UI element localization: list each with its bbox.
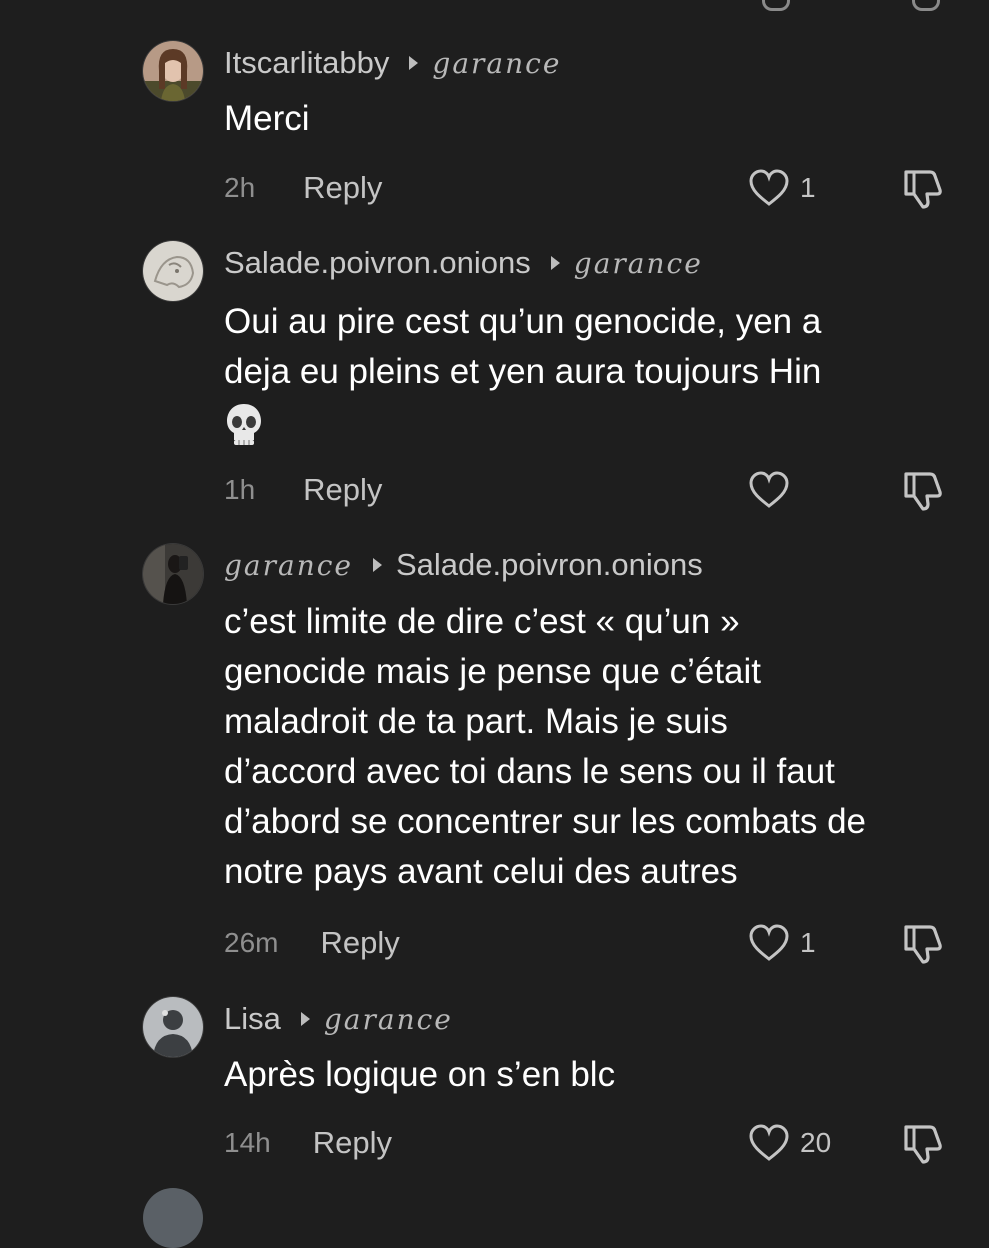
reply-to-username[interactable]: garance bbox=[574, 247, 703, 280]
next-comment-avatar-fragment bbox=[143, 1188, 203, 1248]
comment-header: Salade.poivron.onions garance bbox=[224, 243, 703, 283]
avatar[interactable] bbox=[143, 41, 203, 101]
comment-meta: 2h Reply bbox=[224, 168, 382, 208]
comment-meta: 14h Reply bbox=[224, 1123, 392, 1163]
dislike-button[interactable] bbox=[900, 166, 946, 212]
reply-to-username[interactable]: garance bbox=[432, 47, 561, 80]
heart-icon bbox=[762, 0, 790, 11]
username[interactable]: Itscarlitabby bbox=[224, 45, 389, 81]
comment-text: Après logique on s’en blc bbox=[224, 1050, 972, 1100]
reply-to-username[interactable]: Salade.poivron.onions bbox=[396, 547, 703, 583]
like-button[interactable]: 1 bbox=[748, 168, 816, 208]
reply-arrow-icon bbox=[409, 56, 419, 70]
reply-arrow-icon bbox=[300, 1012, 310, 1026]
comment-line: notre pays avant celui des autres bbox=[224, 852, 738, 891]
like-button[interactable]: 1 bbox=[748, 923, 816, 963]
comment-line: deja eu pleins et yen aura toujours Hin bbox=[224, 352, 822, 391]
previous-comment-actions-fragment bbox=[0, 0, 989, 12]
comment-line: Oui au pire cest qu’un genocide, yen a bbox=[224, 302, 822, 341]
avatar[interactable] bbox=[143, 997, 203, 1057]
timestamp: 1h bbox=[224, 474, 256, 505]
reply-button[interactable]: Reply bbox=[303, 472, 382, 508]
like-button[interactable] bbox=[748, 470, 800, 510]
timestamp: 2h bbox=[224, 172, 256, 203]
comment-text: Oui au pire cest qu’un genocide, yen a d… bbox=[224, 297, 972, 447]
reply-to-username[interactable]: garance bbox=[324, 1003, 453, 1036]
timestamp: 26m bbox=[224, 927, 279, 958]
heart-outline-icon bbox=[749, 471, 789, 508]
dislike-button[interactable] bbox=[900, 468, 946, 514]
like-count: 20 bbox=[800, 1127, 832, 1158]
avatar[interactable] bbox=[143, 241, 203, 301]
comment-line: genocide mais je pense que c’était bbox=[224, 652, 762, 691]
heart-outline-icon bbox=[749, 924, 789, 961]
thumbs-down-icon bbox=[912, 0, 940, 11]
comment-line: maladroit de ta part. Mais je suis bbox=[224, 702, 728, 741]
comment-meta: 26m Reply bbox=[224, 923, 400, 963]
comment-text: c’est limite de dire c’est « qu’un » gen… bbox=[224, 597, 972, 897]
reply-arrow-icon bbox=[550, 256, 560, 270]
heart-outline-icon bbox=[749, 1124, 789, 1161]
reply-button[interactable]: Reply bbox=[313, 1125, 392, 1161]
comment-meta: 1h Reply bbox=[224, 470, 382, 510]
thumbs-down-icon bbox=[904, 925, 942, 964]
comment-text: Merci bbox=[224, 94, 972, 144]
reply-button[interactable]: Reply bbox=[303, 170, 382, 206]
thumbs-down-icon bbox=[904, 1125, 942, 1164]
comment-line: c’est limite de dire c’est « qu’un » bbox=[224, 602, 740, 641]
reply-button[interactable]: Reply bbox=[320, 925, 399, 961]
comment-header: garance Salade.poivron.onions bbox=[224, 545, 703, 585]
comment-line: Merci bbox=[224, 99, 310, 138]
thumbs-down-icon bbox=[904, 472, 942, 511]
like-count: 1 bbox=[800, 172, 816, 203]
like-count: 1 bbox=[800, 927, 816, 958]
comment-line: d’accord avec toi dans le sens ou il fau… bbox=[224, 752, 835, 791]
username[interactable]: Salade.poivron.onions bbox=[224, 245, 531, 281]
comment-emoji-line bbox=[224, 397, 972, 447]
like-button[interactable]: 20 bbox=[748, 1123, 831, 1163]
dislike-button[interactable] bbox=[900, 1121, 946, 1167]
dislike-button[interactable] bbox=[900, 921, 946, 967]
heart-outline-icon bbox=[749, 169, 789, 206]
username[interactable]: Lisa bbox=[224, 1001, 281, 1037]
timestamp: 14h bbox=[224, 1127, 271, 1158]
username[interactable]: garance bbox=[224, 549, 353, 582]
reply-arrow-icon bbox=[372, 558, 382, 572]
skull-emoji-icon bbox=[227, 403, 261, 445]
thumbs-down-icon bbox=[904, 170, 942, 209]
comment-line: Après logique on s’en blc bbox=[224, 1055, 616, 1094]
comment-header: Itscarlitabby garance bbox=[224, 43, 561, 83]
comment-header: Lisa garance bbox=[224, 999, 453, 1039]
comment-line: d’abord se concentrer sur les combats de bbox=[224, 802, 866, 841]
avatar[interactable] bbox=[143, 544, 203, 604]
